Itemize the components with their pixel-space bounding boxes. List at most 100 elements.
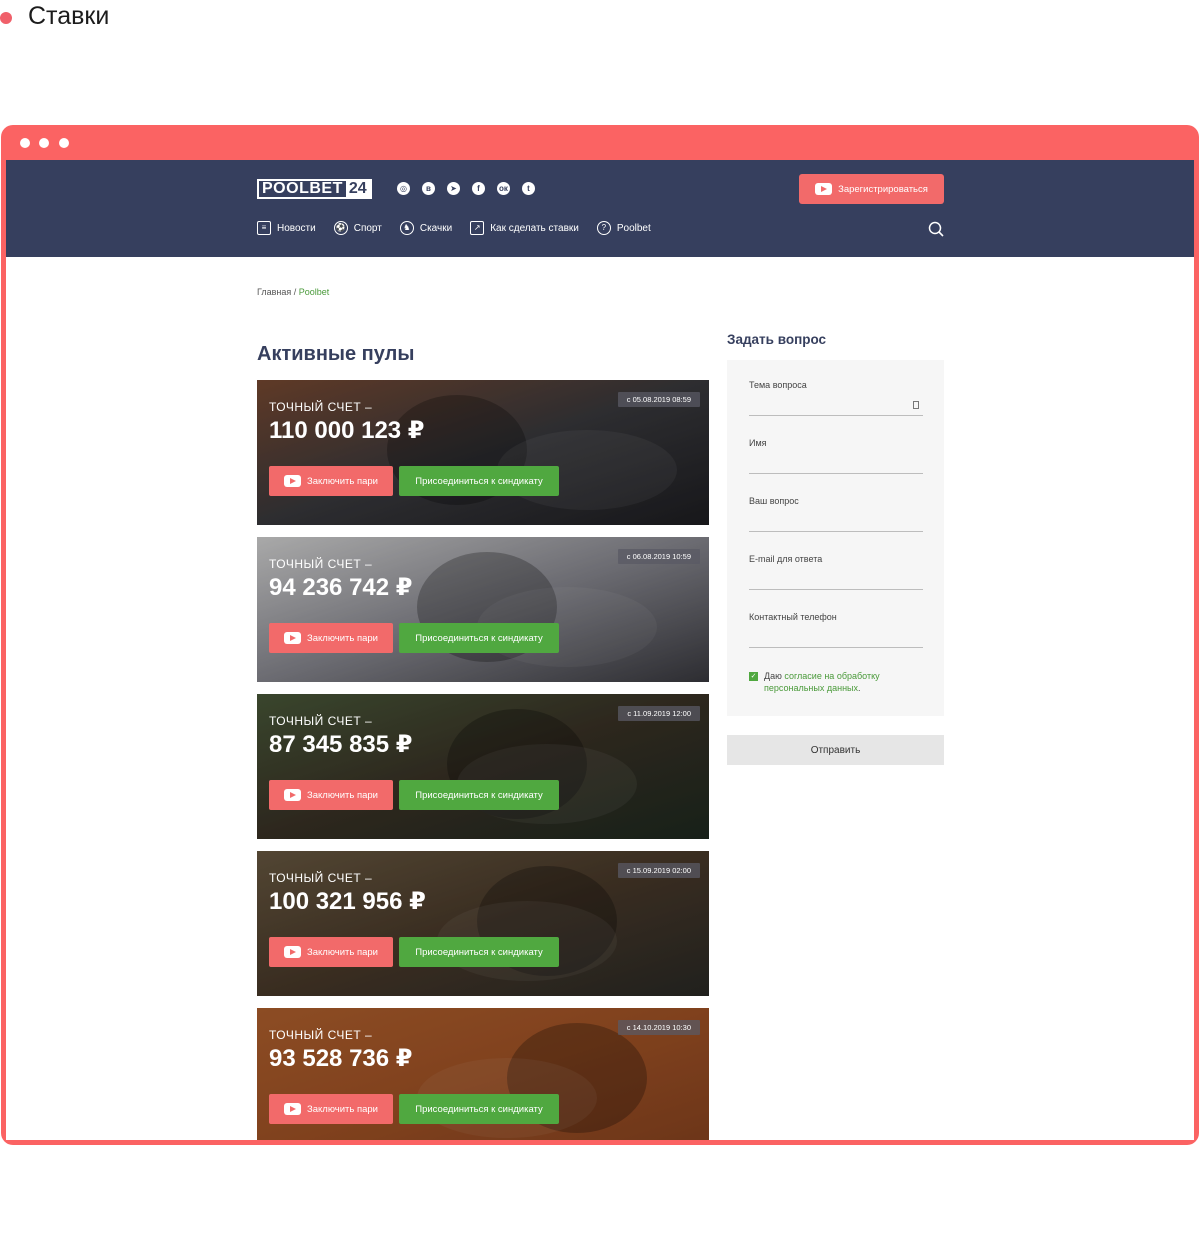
browser-window: POOLBET 24 ◎ в ➤ f ок t Зарегистрироваться ≡ Н… — [1, 125, 1199, 1145]
window-dot-icon — [59, 138, 69, 148]
breadcrumb-current: Poolbet — [298, 287, 330, 297]
window-dot-icon — [20, 138, 30, 148]
form-field-2[interactable]: Имя — [749, 438, 923, 474]
nav-item-2[interactable]: ⚽ Спорт — [333, 221, 382, 235]
join-syndicate-button[interactable]: Присоединиться к синдикату — [399, 780, 559, 810]
chart-icon: ↗ — [470, 221, 485, 235]
instagram-icon[interactable]: ◎ — [397, 182, 410, 195]
play-icon — [284, 789, 302, 801]
join-syndicate-button[interactable]: Присоединиться к синдикату — [399, 623, 559, 653]
join-syndicate-button[interactable]: Присоединиться к синдикату — [399, 466, 559, 496]
twitter-icon[interactable]: t — [522, 182, 535, 195]
dropdown-icon[interactable] — [913, 401, 919, 409]
place-bet-label: Заключить пари — [307, 789, 378, 801]
pool-amount: 100 321 956 ₽ — [269, 888, 426, 915]
form-field-label: Имя — [749, 438, 767, 448]
nav-item-label: Скачки — [419, 222, 453, 234]
form-field-label: Контактный телефон — [749, 612, 837, 622]
bullet-icon — [0, 12, 12, 24]
place-bet-label: Заключить пари — [307, 632, 378, 644]
search-icon[interactable] — [928, 221, 944, 237]
site-logo[interactable]: POOLBET 24 — [257, 179, 372, 199]
nav-item-label: Как сделать ставки — [490, 222, 579, 234]
pool-card: с 05.08.2019 08:59 ТОЧНЫЙ СЧЕТ – 110 000 1… — [257, 380, 709, 525]
breadcrumb: Главная / Poolbet — [257, 287, 329, 297]
place-bet-label: Заключить пари — [307, 946, 378, 958]
pool-amount: 87 345 835 ₽ — [269, 731, 413, 758]
pool-card: с 11.09.2019 12:00 ТОЧНЫЙ СЧЕТ – 87 345 83… — [257, 694, 709, 839]
horse-icon: ♞ — [399, 221, 414, 235]
nav-item-5[interactable]: ? Poolbet — [596, 221, 651, 235]
pool-date: с 05.08.2019 08:59 — [617, 392, 700, 407]
join-syndicate-button[interactable]: Присоединиться к синдикату — [399, 1094, 559, 1124]
place-bet-button[interactable]: Заключить пари — [269, 937, 393, 967]
register-label: Зарегистрироваться — [838, 183, 928, 195]
list-icon: ≡ — [257, 221, 271, 235]
play-icon — [284, 946, 302, 958]
nav-item-label: Новости — [277, 222, 316, 234]
window-dot-icon — [39, 138, 49, 148]
form-field-label: E-mail для ответа — [749, 554, 823, 564]
submit-button[interactable]: Отправить — [727, 735, 944, 765]
play-icon — [284, 1103, 302, 1115]
place-bet-button[interactable]: Заключить пари — [269, 780, 393, 810]
pool-date: с 11.09.2019 12:00 — [618, 706, 700, 721]
pools-title: Активные пулы — [257, 343, 415, 365]
pool-card: с 06.08.2019 10:59 ТОЧНЫЙ СЧЕТ – 94 236 74… — [257, 537, 709, 682]
place-bet-button[interactable]: Заключить пари — [269, 466, 393, 496]
pool-amount: 94 236 742 ₽ — [269, 574, 413, 601]
form-field-label: Тема вопроса — [749, 380, 807, 390]
pool-card: с 14.10.2019 10:30 ТОЧНЫЙ СЧЕТ – 93 528 73… — [257, 1008, 709, 1140]
telegram-icon[interactable]: ➤ — [447, 182, 460, 195]
nav-item-label: Спорт — [353, 222, 382, 234]
site-header: POOLBET 24 ◎ в ➤ f ок t Зарегистрироваться ≡ Н… — [6, 160, 1194, 257]
nav-item-1[interactable]: ≡ Новости — [257, 221, 316, 235]
consent-suffix: . — [858, 683, 861, 693]
ball-icon: ⚽ — [333, 221, 348, 235]
page-label-text: Ставки — [28, 2, 110, 30]
form-field-label: Ваш вопрос — [749, 496, 799, 506]
check-icon: ✓ — [749, 672, 758, 681]
odnoklassniki-icon[interactable]: ок — [497, 182, 510, 195]
ask-title: Задать вопрос — [727, 332, 827, 347]
facebook-icon[interactable]: f — [472, 182, 485, 195]
pool-label: ТОЧНЫЙ СЧЕТ – — [269, 400, 373, 414]
place-bet-label: Заключить пари — [307, 1103, 378, 1115]
pool-label: ТОЧНЫЙ СЧЕТ – — [269, 557, 373, 571]
play-icon — [284, 475, 302, 487]
pool-label: ТОЧНЫЙ СЧЕТ – — [269, 714, 373, 728]
pool-label: ТОЧНЫЙ СЧЕТ – — [269, 871, 373, 885]
form-field-4[interactable]: E-mail для ответа — [749, 554, 923, 590]
browser-viewport: POOLBET 24 ◎ в ➤ f ок t Зарегистрироваться ≡ Н… — [6, 160, 1194, 1140]
pool-card: с 15.09.2019 02:00 ТОЧНЫЙ СЧЕТ – 100 321 9… — [257, 851, 709, 996]
pool-date: с 15.09.2019 02:00 — [617, 863, 700, 878]
vk-icon[interactable]: в — [422, 182, 435, 195]
join-syndicate-button[interactable]: Присоединиться к синдикату — [399, 937, 559, 967]
form-field-3[interactable]: Ваш вопрос — [749, 496, 923, 532]
logo-text: POOLBET — [262, 180, 343, 197]
place-bet-label: Заключить пари — [307, 475, 378, 487]
nav-item-label: Poolbet — [616, 222, 651, 234]
nav-item-4[interactable]: ↗ Как сделать ставки — [470, 221, 579, 235]
pool-label: ТОЧНЫЙ СЧЕТ – — [269, 1028, 373, 1042]
consent-prefix: Даю — [764, 671, 785, 681]
play-icon — [815, 183, 833, 195]
pool-amount: 110 000 123 ₽ — [269, 417, 425, 444]
play-icon — [284, 632, 302, 644]
breadcrumb-home[interactable]: Главная — [257, 287, 291, 297]
pool-date: с 06.08.2019 10:59 — [617, 549, 700, 564]
pool-date: с 14.10.2019 10:30 — [617, 1020, 700, 1035]
form-field-1[interactable]: Тема вопроса — [749, 380, 923, 416]
place-bet-button[interactable]: Заключить пари — [269, 1094, 393, 1124]
nav-item-3[interactable]: ♞ Скачки — [399, 221, 453, 235]
logo-number: 24 — [345, 181, 370, 197]
main-nav: ≡ Новости ⚽ Спорт ♞ Скачки ↗ Как сделать ставки… — [257, 221, 651, 235]
breadcrumb-separator: / — [291, 287, 299, 297]
question-form: Тема вопроса Имя Ваш вопрос E-mail для отве… — [727, 360, 944, 716]
pool-amount: 93 528 736 ₽ — [269, 1045, 413, 1072]
place-bet-button[interactable]: Заключить пари — [269, 623, 393, 653]
consent-checkbox[interactable]: ✓ Даю согласие на обработку персональных… — [749, 670, 929, 694]
form-field-5[interactable]: Контактный телефон — [749, 612, 923, 648]
question-icon: ? — [596, 221, 611, 235]
register-button[interactable]: Зарегистрироваться — [799, 174, 944, 204]
